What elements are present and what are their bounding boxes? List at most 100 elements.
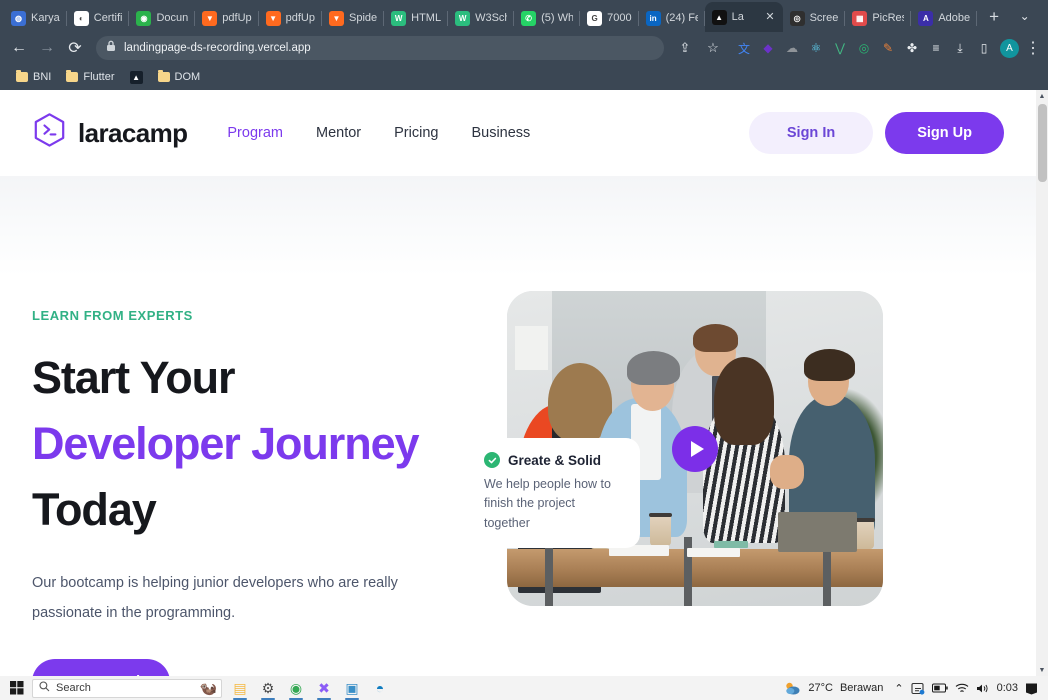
grey-cloud-extension[interactable]: ☁ [781,37,803,59]
vscode-icon[interactable]: ✖ [311,677,337,700]
landing-page: laracamp Program Mentor Pricing Business Si… [0,90,1036,676]
sign-up-button[interactable]: Sign Up [885,112,1004,154]
bookmark-label: BNI [33,71,52,83]
purple-tools-extension[interactable]: ◆ [757,37,779,59]
vue-devtools-extension[interactable]: ⋁ [829,37,851,59]
browser-tab[interactable]: in (24) Fe [639,4,705,32]
bookmark-folder[interactable]: BNI [10,69,57,85]
bookmark-item[interactable]: ▲ [124,69,149,86]
reading-list-icon[interactable]: ≡ [925,37,947,59]
site-header: laracamp Program Mentor Pricing Business Si… [0,90,1036,176]
firefox-favicon: ▼ [202,10,218,26]
browser-tab[interactable]: ◉ Docun [129,4,196,32]
xampp-icon[interactable]: ▣ [339,677,365,700]
partly-cloudy-icon [784,681,801,696]
tab-title: HTML [411,12,442,24]
tab-title: 7000 [607,12,632,24]
window-controls: ⌄ — ❐ ✕ [1007,0,1048,32]
edge-icon[interactable]: ◓ [367,677,393,699]
bookmark-star-icon[interactable]: ☆ [700,35,726,61]
puzzle-extensions-button[interactable]: ✤ [901,37,923,59]
browser-tab-active[interactable]: ▲ La ✕ [704,2,783,32]
browser-tab[interactable]: W W3Sch [448,4,515,32]
volume-icon[interactable] [976,683,990,694]
brand-logo[interactable]: laracamp [32,112,188,155]
browser-tab[interactable]: ▼ pdfUp [195,4,260,32]
reload-button[interactable]: ⟳ [62,35,88,61]
address-bar[interactable]: landingpage-ds-recording.vercel.app [96,36,664,60]
nav-link-pricing[interactable]: Pricing [394,125,438,141]
scrollbar-thumb[interactable] [1038,104,1047,182]
chrome-icon[interactable]: ◉ [283,677,309,700]
browser-tab[interactable]: ◎ Scree [783,4,846,32]
tab-title: Spide [349,12,378,24]
tab-search-button[interactable]: ⌄ [1007,0,1042,32]
react-devtools-extension[interactable]: ⚛ [805,37,827,59]
browser-tab[interactable]: ◐ Certifi [67,4,130,32]
tab-strip: ◍ Karya ◐ Certifi ◉ Docun ▼ pdfUp ▼ pdfUp ▼ Spide W H… [0,0,1048,32]
google-favicon: G [587,10,603,26]
headline-part-3: Today [32,484,157,536]
downloads-icon[interactable]: ⤓ [949,37,971,59]
file-explorer-icon[interactable]: ▤ [227,677,253,700]
tab-title: (5) Wh [541,12,574,24]
scroll-down-arrow[interactable]: ▼ [1036,664,1048,676]
new-tab-button[interactable]: + [981,4,1007,30]
onedrive-icon[interactable] [911,682,925,695]
screenrec-favicon: ◎ [789,10,805,26]
bookmark-folder[interactable]: Flutter [60,69,120,85]
settings-gear-icon[interactable]: ⚙ [255,677,281,700]
page-scrollbar[interactable]: ▲ ▼ [1036,90,1048,676]
windows-start-icon[interactable] [4,677,30,699]
notifications-icon[interactable] [1025,682,1038,695]
browser-tab[interactable]: ▦ PicRes [845,4,912,32]
green-check-icon [484,452,500,468]
browser-tab[interactable]: ◍ Karya [4,4,67,32]
browser-tab[interactable]: ▼ Spide [322,4,385,32]
clock-time[interactable]: 0:03 [997,682,1018,694]
folder-icon [66,70,79,82]
share-button[interactable]: ⇪ [672,35,698,61]
tab-title: Adobe [938,12,971,24]
page-viewport: laracamp Program Mentor Pricing Business Si… [0,90,1048,676]
browser-tab[interactable]: ▼ pdfUp [259,4,323,32]
battery-icon[interactable] [931,683,948,693]
folder-icon [157,70,170,82]
side-panel-icon[interactable]: ▯ [973,37,995,59]
google-translate-extension[interactable]: 文 [733,37,755,59]
tab-close-icon[interactable]: ✕ [764,11,775,23]
sign-in-button[interactable]: Sign In [748,112,874,154]
nav-link-mentor[interactable]: Mentor [316,125,361,141]
tab-title: pdfUp [222,12,252,24]
firefox-favicon: ▼ [265,10,281,26]
bookmarks-bar: BNI Flutter ▲ DOM [0,64,1048,90]
nav-link-program[interactable]: Program [227,125,283,141]
forward-button[interactable]: → [34,35,60,61]
tab-title: Scree [809,12,839,24]
browser-toolbar: ← → ⟳ landingpage-ds-recording.vercel.ap… [0,32,1048,64]
weather-condition[interactable]: Berawan [840,682,883,694]
play-video-button[interactable] [672,425,718,472]
taskbar-search[interactable]: Search 🦦 [32,678,222,698]
browser-menu-button[interactable]: ⋮ [1024,35,1042,61]
browser-tab[interactable]: G 7000 [580,4,640,32]
browser-tab[interactable]: A Adobe [911,4,977,32]
otter-icon: 🦦 [199,679,217,696]
headline-part-2 [240,418,251,469]
hexagon-terminal-logo [32,112,67,155]
bookmark-folder[interactable]: DOM [152,69,207,85]
browser-tab[interactable]: ✆ (5) Wh [514,4,581,32]
profile-avatar[interactable]: A [1000,38,1019,58]
tab-title: W3Sch [475,12,508,24]
vercel-icon: ▲ [129,70,143,84]
back-button[interactable]: ← [6,35,32,61]
get-started-button[interactable]: Get Started [32,658,171,676]
browser-tab[interactable]: W HTML [384,4,449,32]
nav-link-business[interactable]: Business [471,125,530,141]
tray-overflow-chevron[interactable]: ⌃ [894,682,903,695]
scroll-up-arrow[interactable]: ▲ [1036,90,1048,102]
eyedropper-extension[interactable]: ✎ [877,37,899,59]
wifi-icon[interactable] [955,683,969,694]
target-extension[interactable]: ◎ [853,37,875,59]
whatsapp-favicon: ✆ [521,10,537,26]
